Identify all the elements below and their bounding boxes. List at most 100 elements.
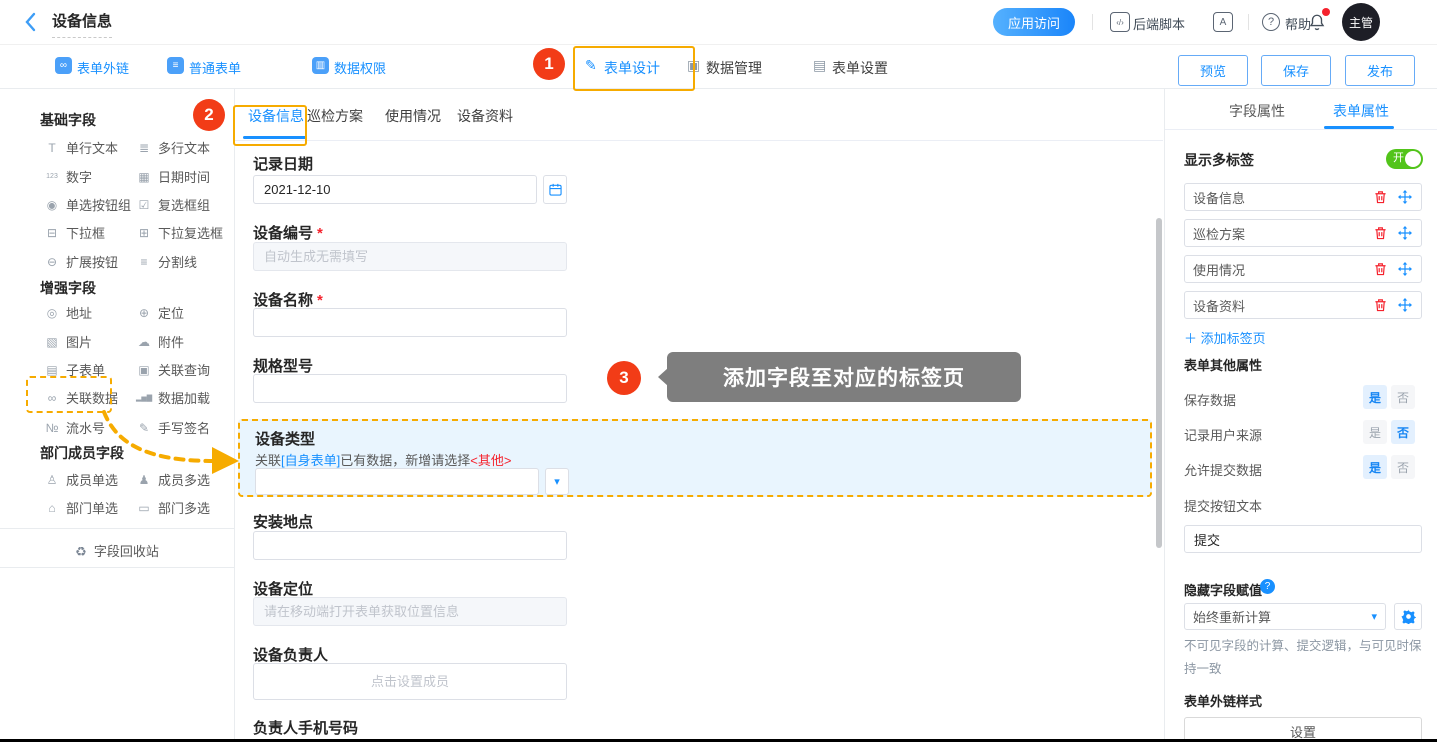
move-tab-icon[interactable]	[1397, 297, 1413, 313]
canvas-tab-inspection-plan[interactable]: 巡检方案	[307, 106, 363, 126]
multi-tab-toggle[interactable]: 开	[1386, 149, 1423, 169]
canvas-tab-device-info[interactable]: 设备信息	[248, 106, 304, 126]
form-settings-icon: ▤	[813, 57, 826, 74]
hidden-field-settings-button[interactable]	[1394, 603, 1422, 630]
palette-item-dept-multi[interactable]: ▭部门多选	[136, 498, 210, 517]
device-type-caret-button[interactable]: ▾	[545, 468, 569, 495]
tab-form-properties[interactable]: 表单属性	[1333, 101, 1389, 121]
signature-icon: ✎	[136, 421, 152, 435]
palette-item-data-load[interactable]: ▂▅▇数据加载	[136, 388, 210, 407]
palette-item-member-multi[interactable]: ♟成员多选	[136, 470, 210, 489]
multi-text-icon: ≣	[136, 141, 152, 155]
hidden-field-help-icon[interactable]: ?	[1260, 579, 1275, 594]
canvas-scrollbar[interactable]	[1156, 218, 1162, 548]
section-basic-fields: 基础字段	[40, 110, 96, 130]
palette-item-number[interactable]: 123数字	[44, 167, 92, 186]
hidden-field-select[interactable]: 始终重新计算 ▾	[1184, 603, 1386, 630]
palette-item-multi-select[interactable]: ⊞下拉复选框	[136, 223, 223, 242]
avatar[interactable]: 主管	[1342, 3, 1380, 41]
move-tab-icon[interactable]	[1397, 225, 1413, 241]
tab-data-manage[interactable]: 数据管理	[706, 58, 762, 78]
delete-tab-icon[interactable]	[1372, 261, 1388, 277]
palette-item-linked-query[interactable]: ▣关联查询	[136, 360, 210, 379]
allow-submit-yes[interactable]: 是	[1363, 455, 1387, 479]
palette-item-member-single[interactable]: ♙成员单选	[44, 470, 118, 489]
palette-item-datetime[interactable]: ▦日期时间	[136, 167, 210, 186]
device-type-select[interactable]	[255, 468, 539, 495]
tab-row-usage[interactable]: 使用情况	[1184, 255, 1422, 283]
submit-text-input[interactable]	[1184, 525, 1422, 553]
canvas-tabs-border	[235, 140, 1163, 141]
delete-tab-icon[interactable]	[1372, 225, 1388, 241]
tab-row-inspection-plan[interactable]: 巡检方案	[1184, 219, 1422, 247]
palette-item-attachment[interactable]: ☁附件	[136, 332, 184, 351]
palette-item-signature[interactable]: ✎手写签名	[136, 418, 210, 437]
bell-icon[interactable]	[1308, 13, 1326, 31]
device-owner-input[interactable]	[253, 663, 567, 700]
palette-item-serial-number[interactable]: №流水号	[44, 418, 105, 437]
palette-item-single-text[interactable]: T单行文本	[44, 138, 118, 157]
tab-row-device-docs[interactable]: 设备资料	[1184, 291, 1422, 319]
palette-item-checkbox-group[interactable]: ☑复选框组	[136, 195, 210, 214]
dept-multi-icon: ▭	[136, 501, 152, 515]
device-name-input[interactable]	[253, 308, 567, 337]
install-site-input[interactable]	[253, 531, 567, 560]
palette-item-divider[interactable]: ≡分割线	[136, 252, 197, 271]
back-icon[interactable]	[24, 12, 36, 32]
device-location-input	[253, 597, 567, 626]
record-user-source-yes[interactable]: 是	[1363, 420, 1387, 444]
palette-item-address[interactable]: ◎地址	[44, 303, 92, 322]
palette-item-linked-data[interactable]: ∞关联数据	[44, 388, 118, 407]
save-data-label: 保存数据	[1184, 390, 1236, 409]
record-date-input[interactable]	[253, 175, 537, 204]
required-asterisk: *	[317, 225, 323, 242]
palette-item-select[interactable]: ⊟下拉框	[44, 223, 105, 242]
multi-select-icon: ⊞	[136, 226, 152, 240]
palette-item-locate[interactable]: ⊕定位	[136, 303, 184, 322]
self-form-link[interactable]: [自身表单]	[281, 453, 340, 468]
attachment-icon: ☁	[136, 335, 152, 349]
caret-down-icon: ▾	[1371, 610, 1377, 623]
tab-row-device-info[interactable]: 设备信息	[1184, 183, 1422, 211]
calendar-icon	[549, 183, 562, 196]
device-no-input	[253, 242, 567, 271]
other-option-link[interactable]: <其他>	[470, 453, 511, 468]
other-properties-title: 表单其他属性	[1184, 355, 1262, 374]
save-data-yes[interactable]: 是	[1363, 385, 1387, 409]
record-user-source-no[interactable]: 否	[1391, 420, 1415, 444]
move-tab-icon[interactable]	[1397, 189, 1413, 205]
publish-button[interactable]: 发布	[1345, 55, 1415, 86]
preview-button[interactable]: 预览	[1178, 55, 1248, 86]
tab-field-properties[interactable]: 字段属性	[1229, 101, 1285, 121]
tab-form-settings[interactable]: 表单设置	[832, 58, 888, 78]
normal-form-link[interactable]: 普通表单	[189, 58, 241, 77]
palette-item-radio-group[interactable]: ◉单选按钮组	[44, 195, 131, 214]
backend-script-link[interactable]: 后端脚本	[1133, 14, 1185, 33]
field-recycle-bin[interactable]: ♻字段回收站	[0, 541, 234, 560]
delete-tab-icon[interactable]	[1372, 189, 1388, 205]
image-icon: ▧	[44, 335, 60, 349]
palette-item-subform[interactable]: ▤子表单	[44, 360, 105, 379]
palette-item-image[interactable]: ▧图片	[44, 332, 92, 351]
palette-item-extend-button[interactable]: ⊖扩展按钮	[44, 252, 118, 271]
calendar-button[interactable]	[543, 175, 567, 204]
canvas-tab-usage[interactable]: 使用情况	[385, 106, 441, 126]
language-icon[interactable]: A	[1213, 12, 1233, 32]
spec-model-input[interactable]	[253, 374, 567, 403]
delete-tab-icon[interactable]	[1372, 297, 1388, 313]
palette-item-dept-single[interactable]: ⌂部门单选	[44, 498, 118, 517]
locate-icon: ⊕	[136, 306, 152, 320]
canvas-tab-device-docs[interactable]: 设备资料	[457, 106, 513, 126]
tab-form-design[interactable]: 表单设计	[604, 58, 660, 78]
save-data-no[interactable]: 否	[1391, 385, 1415, 409]
palette-item-multi-text[interactable]: ≣多行文本	[136, 138, 210, 157]
allow-submit-no[interactable]: 否	[1391, 455, 1415, 479]
save-button[interactable]: 保存	[1261, 55, 1331, 86]
data-manage-icon: ▣	[687, 57, 700, 74]
app-access-button[interactable]: 应用访问	[993, 8, 1075, 36]
multi-tab-label: 显示多标签	[1184, 150, 1254, 170]
move-tab-icon[interactable]	[1397, 261, 1413, 277]
data-permission-link[interactable]: 数据权限	[334, 58, 386, 77]
add-tab-button[interactable]: ＋ 添加标签页	[1184, 328, 1266, 347]
form-external-link[interactable]: 表单外链	[77, 58, 129, 77]
